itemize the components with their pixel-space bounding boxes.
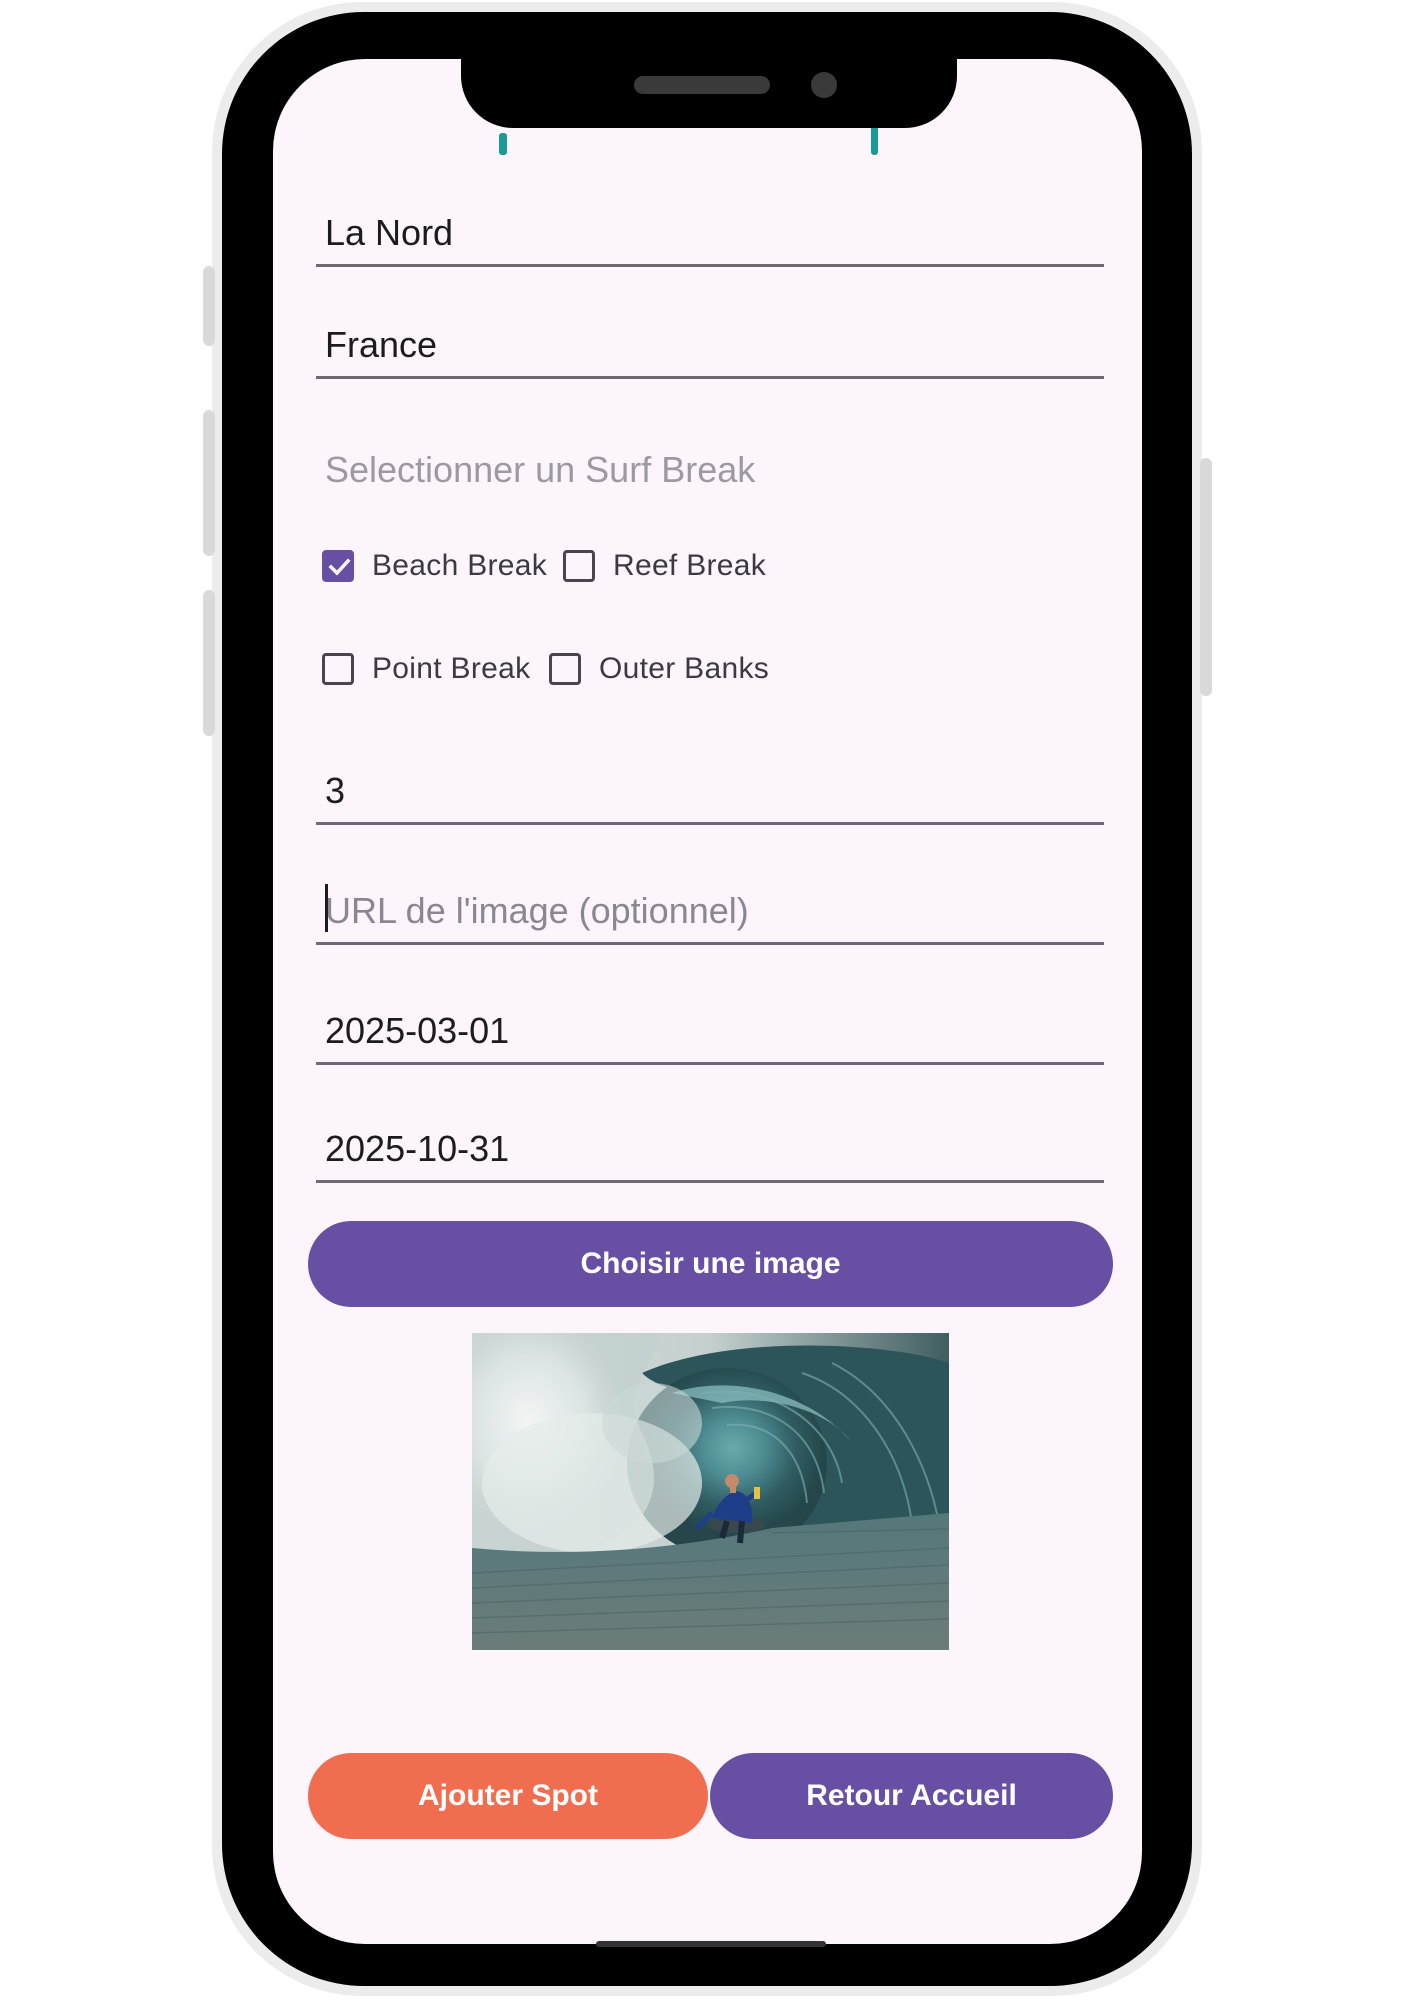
preview-image: [472, 1333, 949, 1650]
country-field[interactable]: France: [316, 299, 1104, 379]
mute-switch: [203, 266, 215, 346]
add-spot-button[interactable]: Ajouter Spot: [308, 1753, 708, 1839]
season-start-field[interactable]: 2025-03-01: [316, 985, 1104, 1065]
device-mockup: La Nord France Selectionner un Surf Brea…: [0, 0, 1414, 2000]
checkbox-label: Reef Break: [613, 549, 767, 582]
checkbox-point-break[interactable]: Point Break: [322, 645, 530, 693]
earpiece-speaker: [634, 76, 770, 94]
checkbox-label: Beach Break: [372, 549, 548, 582]
country-value: France: [325, 324, 438, 365]
surf-break-selector[interactable]: Selectionner un Surf Break: [325, 449, 755, 491]
checkbox-label: Point Break: [372, 652, 531, 685]
app-screen: La Nord France Selectionner un Surf Brea…: [273, 59, 1142, 1944]
volume-up-button: [203, 410, 215, 556]
text-cursor: [325, 884, 328, 932]
checkbox-unchecked-icon: [563, 550, 595, 582]
checkbox-beach-break[interactable]: Beach Break: [322, 542, 547, 590]
front-camera: [811, 72, 837, 98]
surfer-wave-photo: [472, 1333, 949, 1650]
choose-image-button[interactable]: Choisir une image: [308, 1221, 1113, 1307]
spot-name-value: La Nord: [325, 212, 454, 253]
spot-name-field[interactable]: La Nord: [316, 187, 1104, 267]
season-end-value: 2025-10-31: [325, 1128, 510, 1169]
power-button: [1200, 458, 1212, 696]
checkbox-unchecked-icon: [549, 653, 581, 685]
checkbox-unchecked-icon: [322, 653, 354, 685]
checkbox-label: Outer Banks: [599, 652, 770, 685]
image-url-field[interactable]: URL de l'image (optionnel): [316, 865, 1104, 945]
home-indicator: [596, 1941, 826, 1947]
difficulty-value: 3: [325, 770, 346, 811]
volume-down-button: [203, 590, 215, 736]
season-end-field[interactable]: 2025-10-31: [316, 1103, 1104, 1183]
season-start-value: 2025-03-01: [325, 1010, 510, 1051]
title-glyph: [499, 133, 507, 155]
checkbox-checked-icon: [322, 550, 354, 582]
phone-notch: [461, 12, 957, 128]
checkbox-reef-break[interactable]: Reef Break: [563, 542, 766, 590]
difficulty-field[interactable]: 3: [316, 745, 1104, 825]
back-home-button[interactable]: Retour Accueil: [710, 1753, 1113, 1839]
checkbox-outer-banks[interactable]: Outer Banks: [549, 645, 769, 693]
image-url-placeholder: URL de l'image (optionnel): [325, 890, 749, 931]
